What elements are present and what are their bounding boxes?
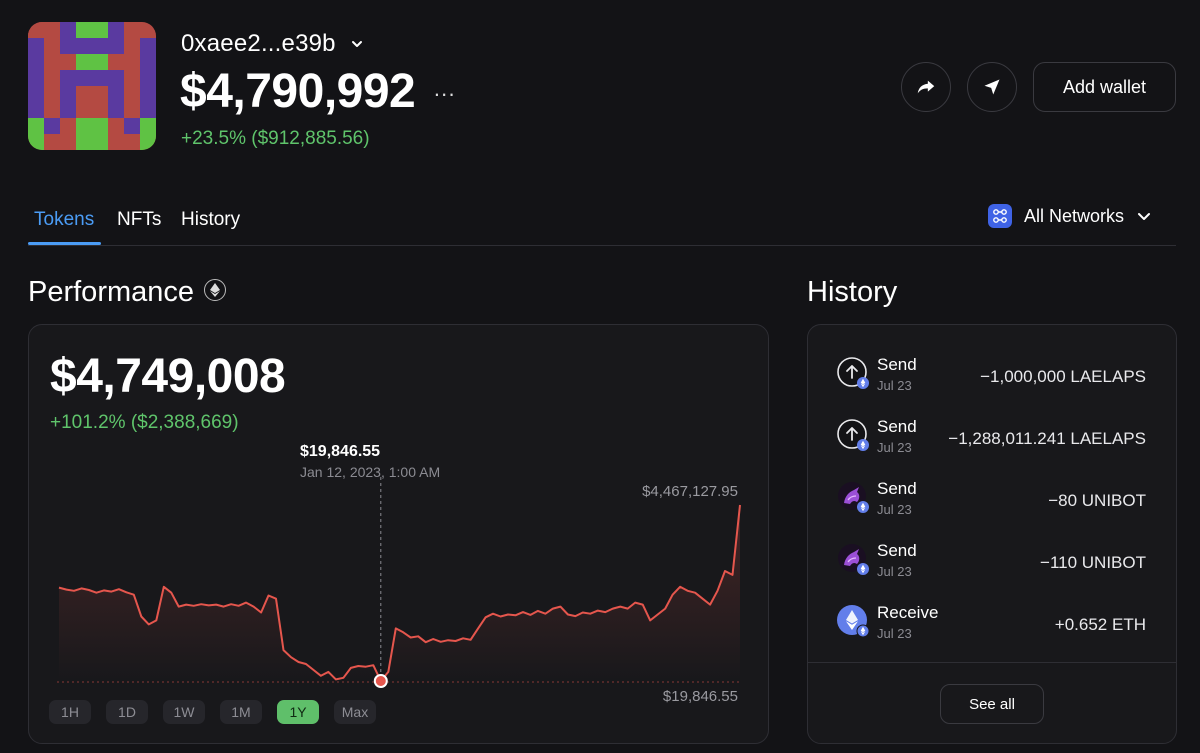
range-1h[interactable]: 1H — [49, 700, 91, 724]
history-item[interactable]: Send Jul 23 −80 UNIBOT — [808, 475, 1176, 537]
network-filter-dropdown[interactable]: All Networks — [987, 204, 1152, 228]
history-item-amount: −1,000,000 LAELAPS — [980, 367, 1146, 386]
tooltip-value: $19,846.55 — [300, 443, 381, 460]
tab-nfts[interactable]: NFTs — [117, 209, 161, 231]
wallet-address-selector[interactable]: 0xaee2...e39b — [181, 30, 364, 58]
network-icon — [987, 204, 1012, 228]
history-item-amount: −80 UNIBOT — [1048, 491, 1146, 510]
network-filter-label: All Networks — [1023, 205, 1124, 226]
chevron-down-icon — [351, 41, 362, 47]
performance-title: Performance — [28, 276, 195, 308]
eth-icon[interactable] — [204, 279, 227, 302]
balance-change: +23.5% ($912,885.56) — [181, 128, 370, 149]
range-max[interactable]: Max — [334, 700, 376, 724]
unibot-icon — [838, 544, 869, 575]
chart-min-label: $19,846.55 — [662, 688, 738, 705]
see-all-button[interactable]: See all — [940, 684, 1044, 724]
time-range-selector: 1H 1D 1W 1M 1Y Max — [49, 700, 376, 724]
wallet-avatar — [28, 22, 156, 150]
history-item[interactable]: Receive Jul 23 +0.652 ETH — [808, 599, 1176, 661]
range-1m[interactable]: 1M — [220, 700, 262, 724]
history-item-title: Send — [877, 479, 917, 498]
history-item-title: Send — [877, 541, 917, 560]
history-item-date: Jul 23 — [877, 564, 912, 579]
history-item[interactable]: Send Jul 23 −1,288,011.241 LAELAPS — [808, 413, 1176, 475]
eth-icon — [837, 605, 869, 637]
range-1y[interactable]: 1Y — [277, 700, 319, 724]
history-item-date: Jul 23 — [877, 378, 912, 393]
history-item[interactable]: Send Jul 23 −110 UNIBOT — [808, 537, 1176, 599]
divider — [808, 662, 1176, 663]
history-item[interactable]: Send Jul 23 −1,000,000 LAELAPS — [808, 351, 1176, 413]
history-item-date: Jul 23 — [877, 502, 912, 517]
tab-tokens[interactable]: Tokens — [34, 209, 94, 231]
tooltip-date: Jan 12, 2023, 1:00 AM — [300, 464, 441, 480]
history-item-date: Jul 23 — [877, 626, 912, 641]
chart-area — [59, 505, 740, 681]
history-item-title: Receive — [877, 603, 939, 622]
history-item-title: Send — [877, 417, 917, 436]
unibot-icon — [838, 482, 869, 513]
add-wallet-button[interactable]: Add wallet — [1032, 62, 1176, 112]
total-balance: $4,790,992 — [180, 65, 416, 118]
history-item-amount: −1,288,011.241 LAELAPS — [948, 429, 1146, 448]
history-item-title: Send — [877, 355, 917, 374]
range-1d[interactable]: 1D — [106, 700, 148, 724]
performance-heading: Performance — [28, 276, 227, 309]
send-arrow-icon — [837, 419, 869, 451]
history-item-amount: +0.652 ETH — [1054, 615, 1146, 634]
history-list: Send Jul 23 −1,000,000 LAELAPS Send Jul … — [808, 351, 1176, 661]
history-item-amount: −110 UNIBOT — [1040, 553, 1146, 572]
share-button[interactable] — [900, 62, 951, 112]
tab-bar: Tokens NFTs History All Networks — [28, 204, 1176, 246]
send-button[interactable] — [966, 62, 1017, 112]
range-1w[interactable]: 1W — [163, 700, 205, 724]
more-options-button[interactable]: ··· — [433, 81, 455, 107]
history-card: Send Jul 23 −1,000,000 LAELAPS Send Jul … — [807, 324, 1177, 744]
performance-card: $4,749,008 +101.2% ($2,388,669) $19,846.… — [28, 324, 769, 744]
chart-max-label: $4,467,127.95 — [642, 483, 738, 500]
active-tab-indicator — [28, 242, 101, 245]
history-item-date: Jul 23 — [877, 440, 912, 455]
performance-chart[interactable] — [29, 325, 769, 744]
share-arrow-icon — [917, 80, 935, 94]
wallet-address: 0xaee2...e39b — [181, 30, 336, 57]
tab-history[interactable]: History — [181, 209, 240, 231]
chevron-down-icon — [1138, 213, 1150, 220]
history-heading: History — [807, 276, 898, 308]
send-arrow-icon — [837, 357, 869, 389]
send-paper-plane-icon — [984, 79, 1000, 95]
highlighted-point — [373, 674, 388, 688]
